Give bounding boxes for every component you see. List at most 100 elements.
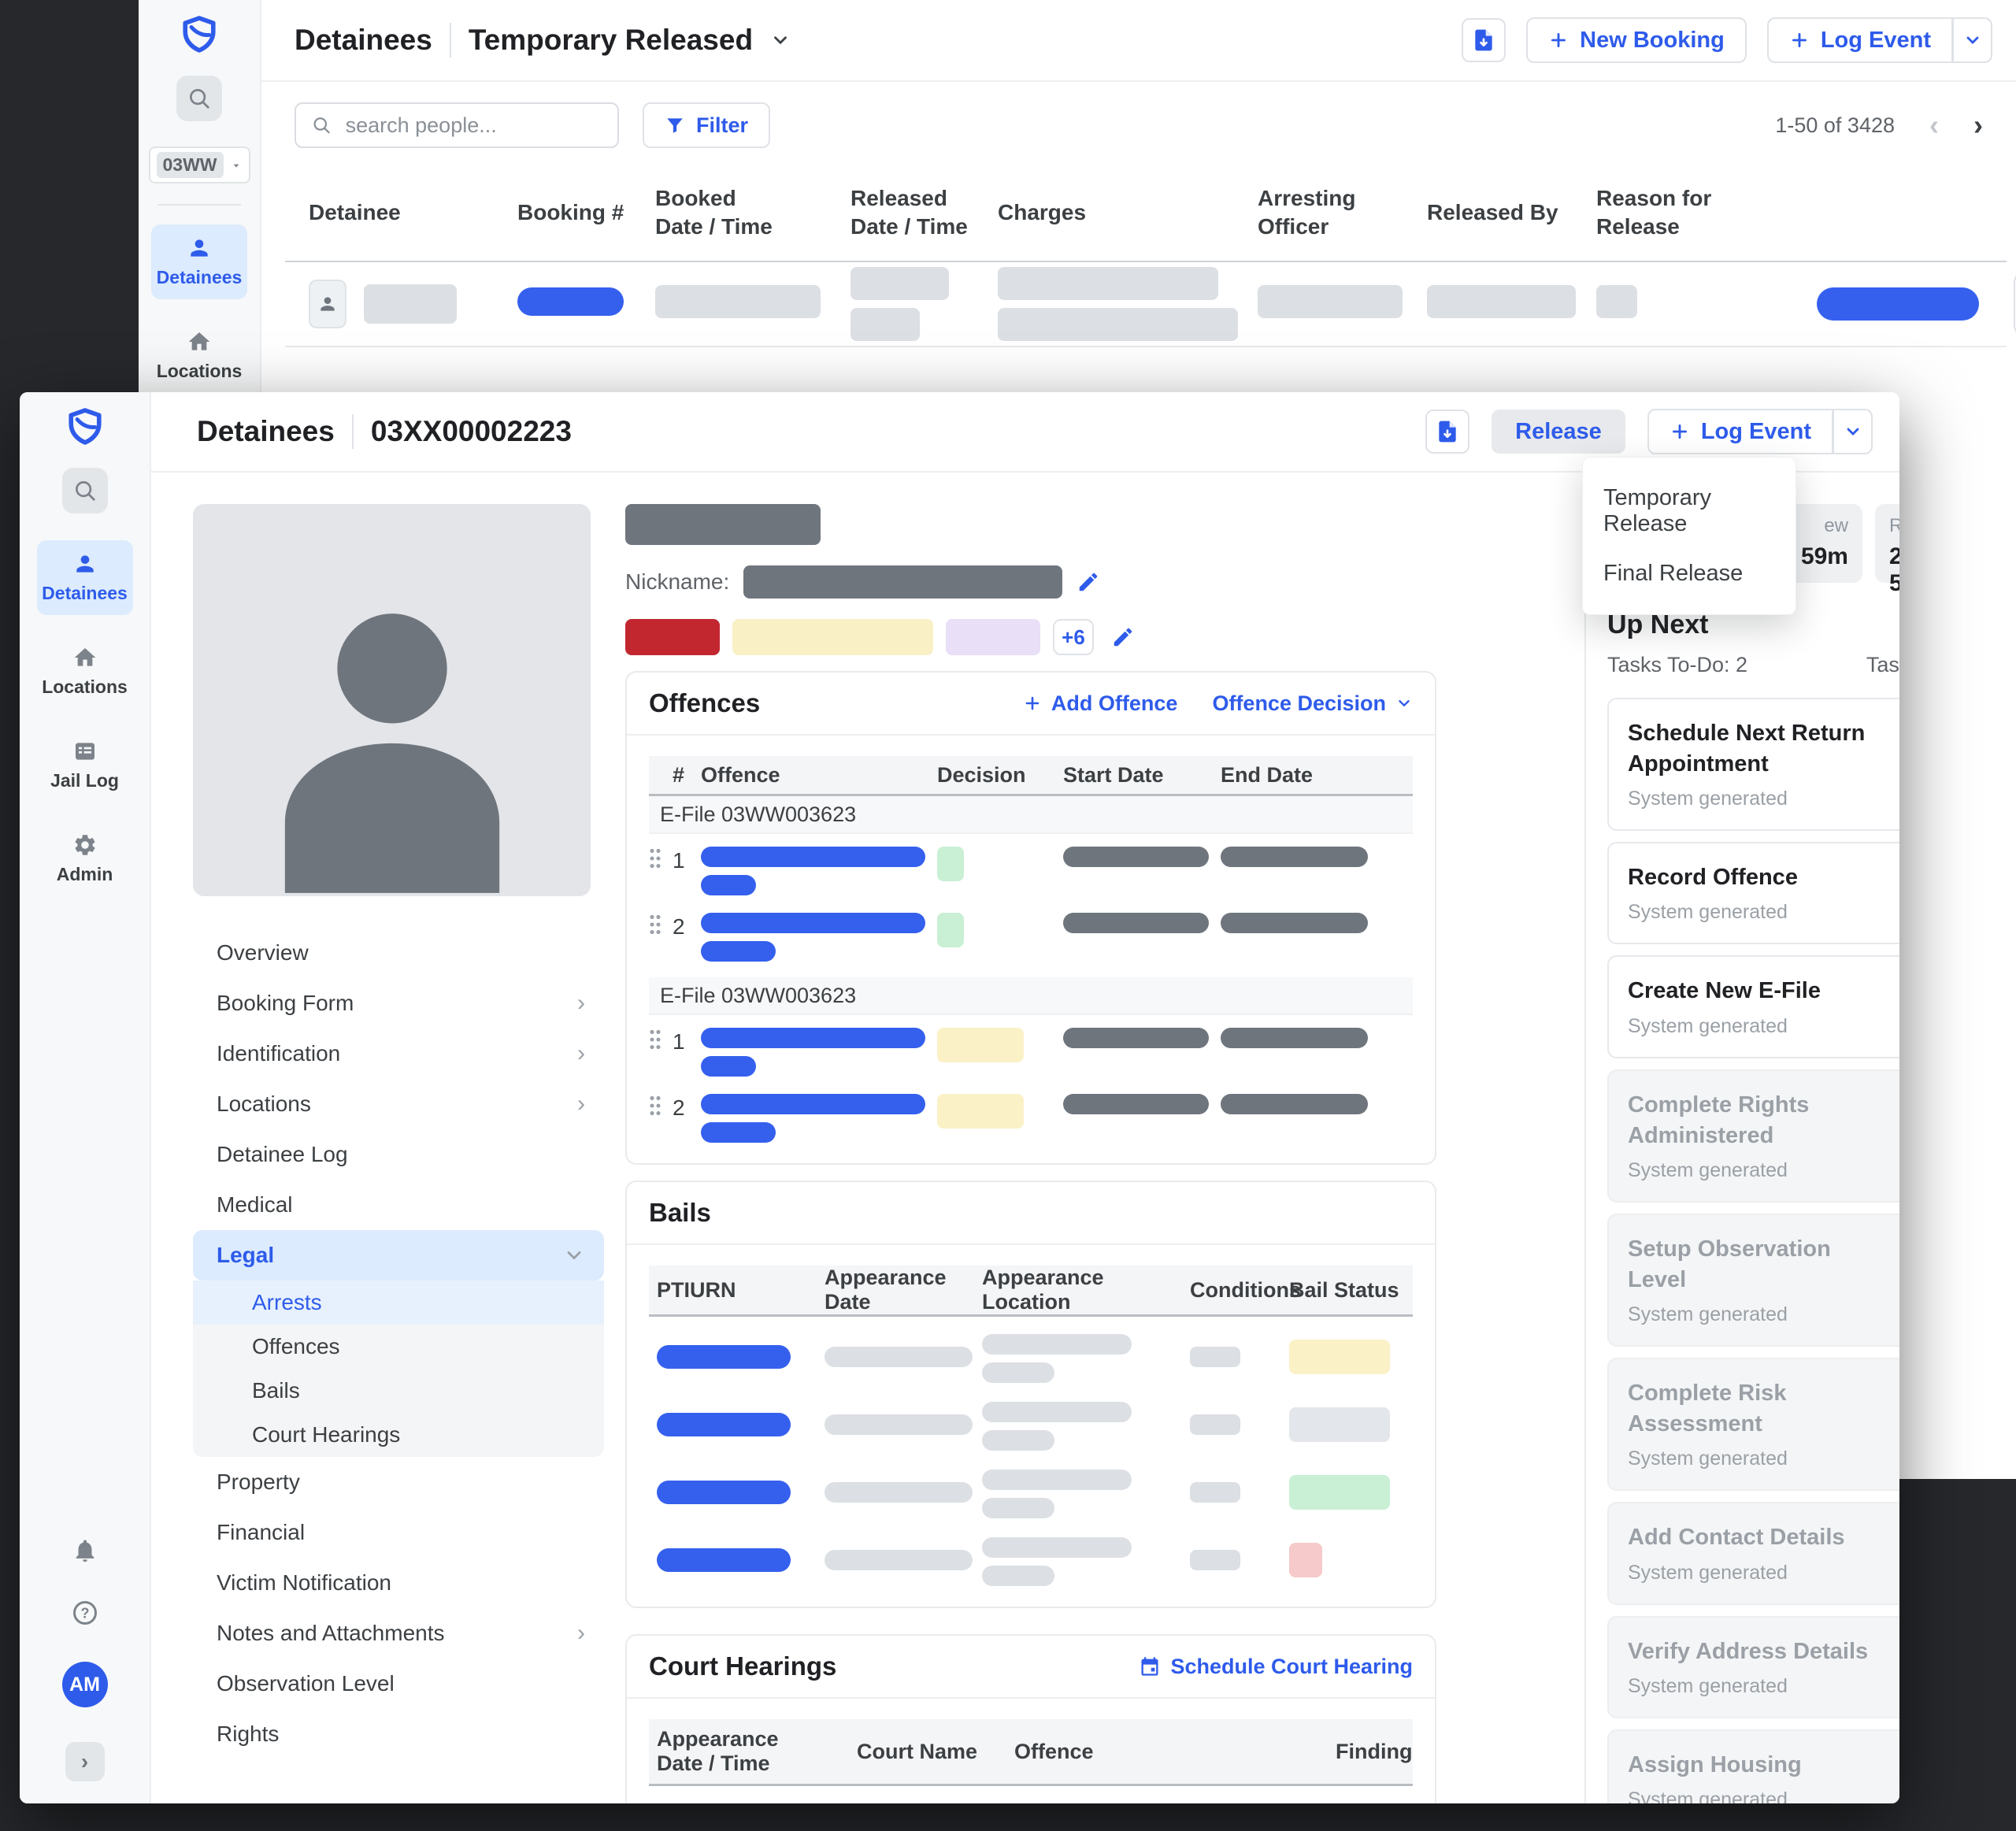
sidebar-item-detainees[interactable]: Detainees (37, 540, 133, 615)
offence-row[interactable]: 1 (649, 847, 1413, 900)
bg-header-actions: New Booking Log Event (1462, 17, 1992, 63)
reason-placeholder (1596, 285, 1637, 318)
bail-row[interactable] (649, 1528, 1413, 1596)
bell-icon[interactable] (72, 1537, 98, 1564)
drag-handle-icon[interactable] (649, 847, 662, 870)
export-report-button[interactable] (1425, 410, 1469, 454)
add-offence-button[interactable]: Add Offence (1023, 691, 1178, 716)
detainee-detail-window: Detainees Locations Jail Log Admin ? AM … (20, 392, 1899, 1803)
log-event-menu-button[interactable] (1833, 409, 1873, 454)
sidebar-expand-button[interactable]: › (65, 1742, 105, 1781)
nav-item-offences[interactable]: Offences (193, 1325, 604, 1369)
task-card[interactable]: Complete Rights Administered System gene… (1607, 1069, 1899, 1203)
user-avatar[interactable]: AM (62, 1662, 108, 1707)
nav-item-medical[interactable]: Medical (193, 1180, 604, 1230)
task-list: Schedule Next Return Appointment System … (1607, 698, 1899, 1803)
row-action-button[interactable] (1817, 287, 1979, 321)
booking-number-placeholder[interactable] (517, 287, 624, 316)
filter-button[interactable]: Filter (643, 102, 770, 148)
plus-icon (1789, 30, 1810, 50)
calendar-icon (1139, 1655, 1161, 1677)
log-event-split-button: Log Event (1647, 409, 1873, 454)
caret-down-icon (230, 159, 243, 172)
nav-item-detainee-log[interactable]: Detainee Log (193, 1129, 604, 1180)
plus-icon (1670, 421, 1690, 442)
prev-page-button[interactable]: ‹ (1929, 109, 1939, 142)
drag-handle-icon[interactable] (649, 1094, 662, 1118)
search-people-input[interactable] (344, 113, 602, 139)
drag-handle-icon[interactable] (649, 1028, 662, 1051)
facility-select[interactable]: 03WW (149, 146, 250, 183)
task-card[interactable]: Schedule Next Return Appointment System … (1607, 698, 1899, 831)
filter-icon (665, 115, 685, 135)
nav-item-locations[interactable]: Locations› (193, 1079, 604, 1129)
table-row[interactable]: ⋮ (285, 261, 2007, 347)
log-event-menu-button[interactable] (1953, 17, 1992, 63)
offence-row[interactable]: 2 (649, 1094, 1413, 1163)
offence-row[interactable]: 1 (649, 1028, 1413, 1081)
search-icon (191, 90, 208, 107)
detainee-id: 03XX00002223 (371, 415, 572, 448)
drag-handle-icon[interactable] (649, 913, 662, 936)
nav-item-identification[interactable]: Identification› (193, 1029, 604, 1079)
offence-decision-menu[interactable]: Offence Decision (1212, 691, 1413, 716)
bail-row[interactable] (649, 1392, 1413, 1460)
decision-chip (937, 847, 964, 881)
log-list-icon (72, 739, 98, 764)
menu-item-final-release[interactable]: Final Release (1583, 549, 1796, 599)
bail-row[interactable] (649, 1460, 1413, 1528)
legal-subnav: Arrests Offences Bails Court Hearings (193, 1281, 604, 1457)
sidebar-item-admin[interactable]: Admin (37, 821, 133, 896)
person-icon (72, 551, 98, 576)
nav-item-booking-form[interactable]: Booking Form› (193, 978, 604, 1029)
new-booking-button[interactable]: New Booking (1526, 17, 1747, 63)
menu-item-temporary-release[interactable]: Temporary Release (1583, 473, 1796, 549)
edit-pencil-icon[interactable] (1077, 570, 1100, 594)
nav-item-notes-attachments[interactable]: Notes and Attachments› (193, 1608, 604, 1659)
nav-item-legal[interactable]: Legal (193, 1230, 604, 1281)
help-icon[interactable]: ? (71, 1599, 99, 1627)
detail-content: Overview Booking Form› Identification› L… (151, 471, 1584, 1803)
release-dropdown-menu: Temporary Release Final Release (1582, 457, 1796, 615)
chevron-down-icon[interactable] (770, 30, 791, 50)
nav-item-observation-level[interactable]: Observation Level (193, 1659, 604, 1709)
task-card[interactable]: Create New E-File System generated TO DO (1607, 955, 1899, 1058)
sidebar-search-button[interactable] (62, 468, 108, 513)
schedule-court-hearing-button[interactable]: Schedule Court Hearing (1139, 1655, 1413, 1679)
task-card[interactable]: Assign Housing System generated DONE (1607, 1729, 1899, 1803)
export-report-button[interactable] (1462, 18, 1506, 62)
task-card[interactable]: Add Contact Details System generated DON… (1607, 1502, 1899, 1604)
sidebar-item-locations[interactable]: Locations (37, 634, 133, 709)
task-card[interactable]: Setup Observation Level System generated… (1607, 1214, 1899, 1347)
breadcrumb-page[interactable]: Temporary Released (469, 24, 753, 57)
nav-item-rights[interactable]: Rights (193, 1709, 604, 1759)
nav-item-bails[interactable]: Bails (193, 1369, 604, 1413)
breadcrumb-section: Detainees (295, 24, 432, 57)
tag-red (625, 619, 720, 655)
tags-overflow-badge[interactable]: +6 (1053, 619, 1094, 655)
offence-row[interactable]: 2 (649, 913, 1413, 966)
log-event-button[interactable]: Log Event (1647, 409, 1833, 454)
nav-item-property[interactable]: Property (193, 1457, 604, 1507)
person-icon (187, 235, 212, 261)
nav-item-court-hearings[interactable]: Court Hearings (193, 1413, 604, 1457)
nav-item-financial[interactable]: Financial (193, 1507, 604, 1558)
log-event-button[interactable]: Log Event (1767, 17, 1953, 63)
bail-row[interactable] (649, 1325, 1413, 1392)
nav-item-overview[interactable]: Overview (193, 928, 604, 978)
release-button[interactable]: Release (1492, 410, 1625, 454)
nav-item-victim-notification[interactable]: Victim Notification (193, 1558, 604, 1608)
sidebar-item-jail-log[interactable]: Jail Log (37, 728, 133, 802)
next-page-button[interactable]: › (1973, 109, 1983, 142)
search-people-field[interactable] (295, 102, 619, 148)
edit-pencil-icon[interactable] (1111, 625, 1135, 649)
task-card[interactable]: Complete Risk Assessment System generate… (1607, 1358, 1899, 1491)
nav-item-arrests[interactable]: Arrests (193, 1281, 604, 1325)
task-card[interactable]: Verify Address Details System generated … (1607, 1616, 1899, 1718)
task-card[interactable]: Record Offence System generated TO DO (1607, 842, 1899, 944)
sidebar-item-locations[interactable]: Locations (151, 318, 247, 393)
sidebar-search-button[interactable] (176, 76, 222, 121)
breadcrumb-section[interactable]: Detainees (197, 415, 335, 448)
sidebar-item-detainees[interactable]: Detainees (151, 224, 247, 299)
tag-purple (946, 619, 1040, 655)
